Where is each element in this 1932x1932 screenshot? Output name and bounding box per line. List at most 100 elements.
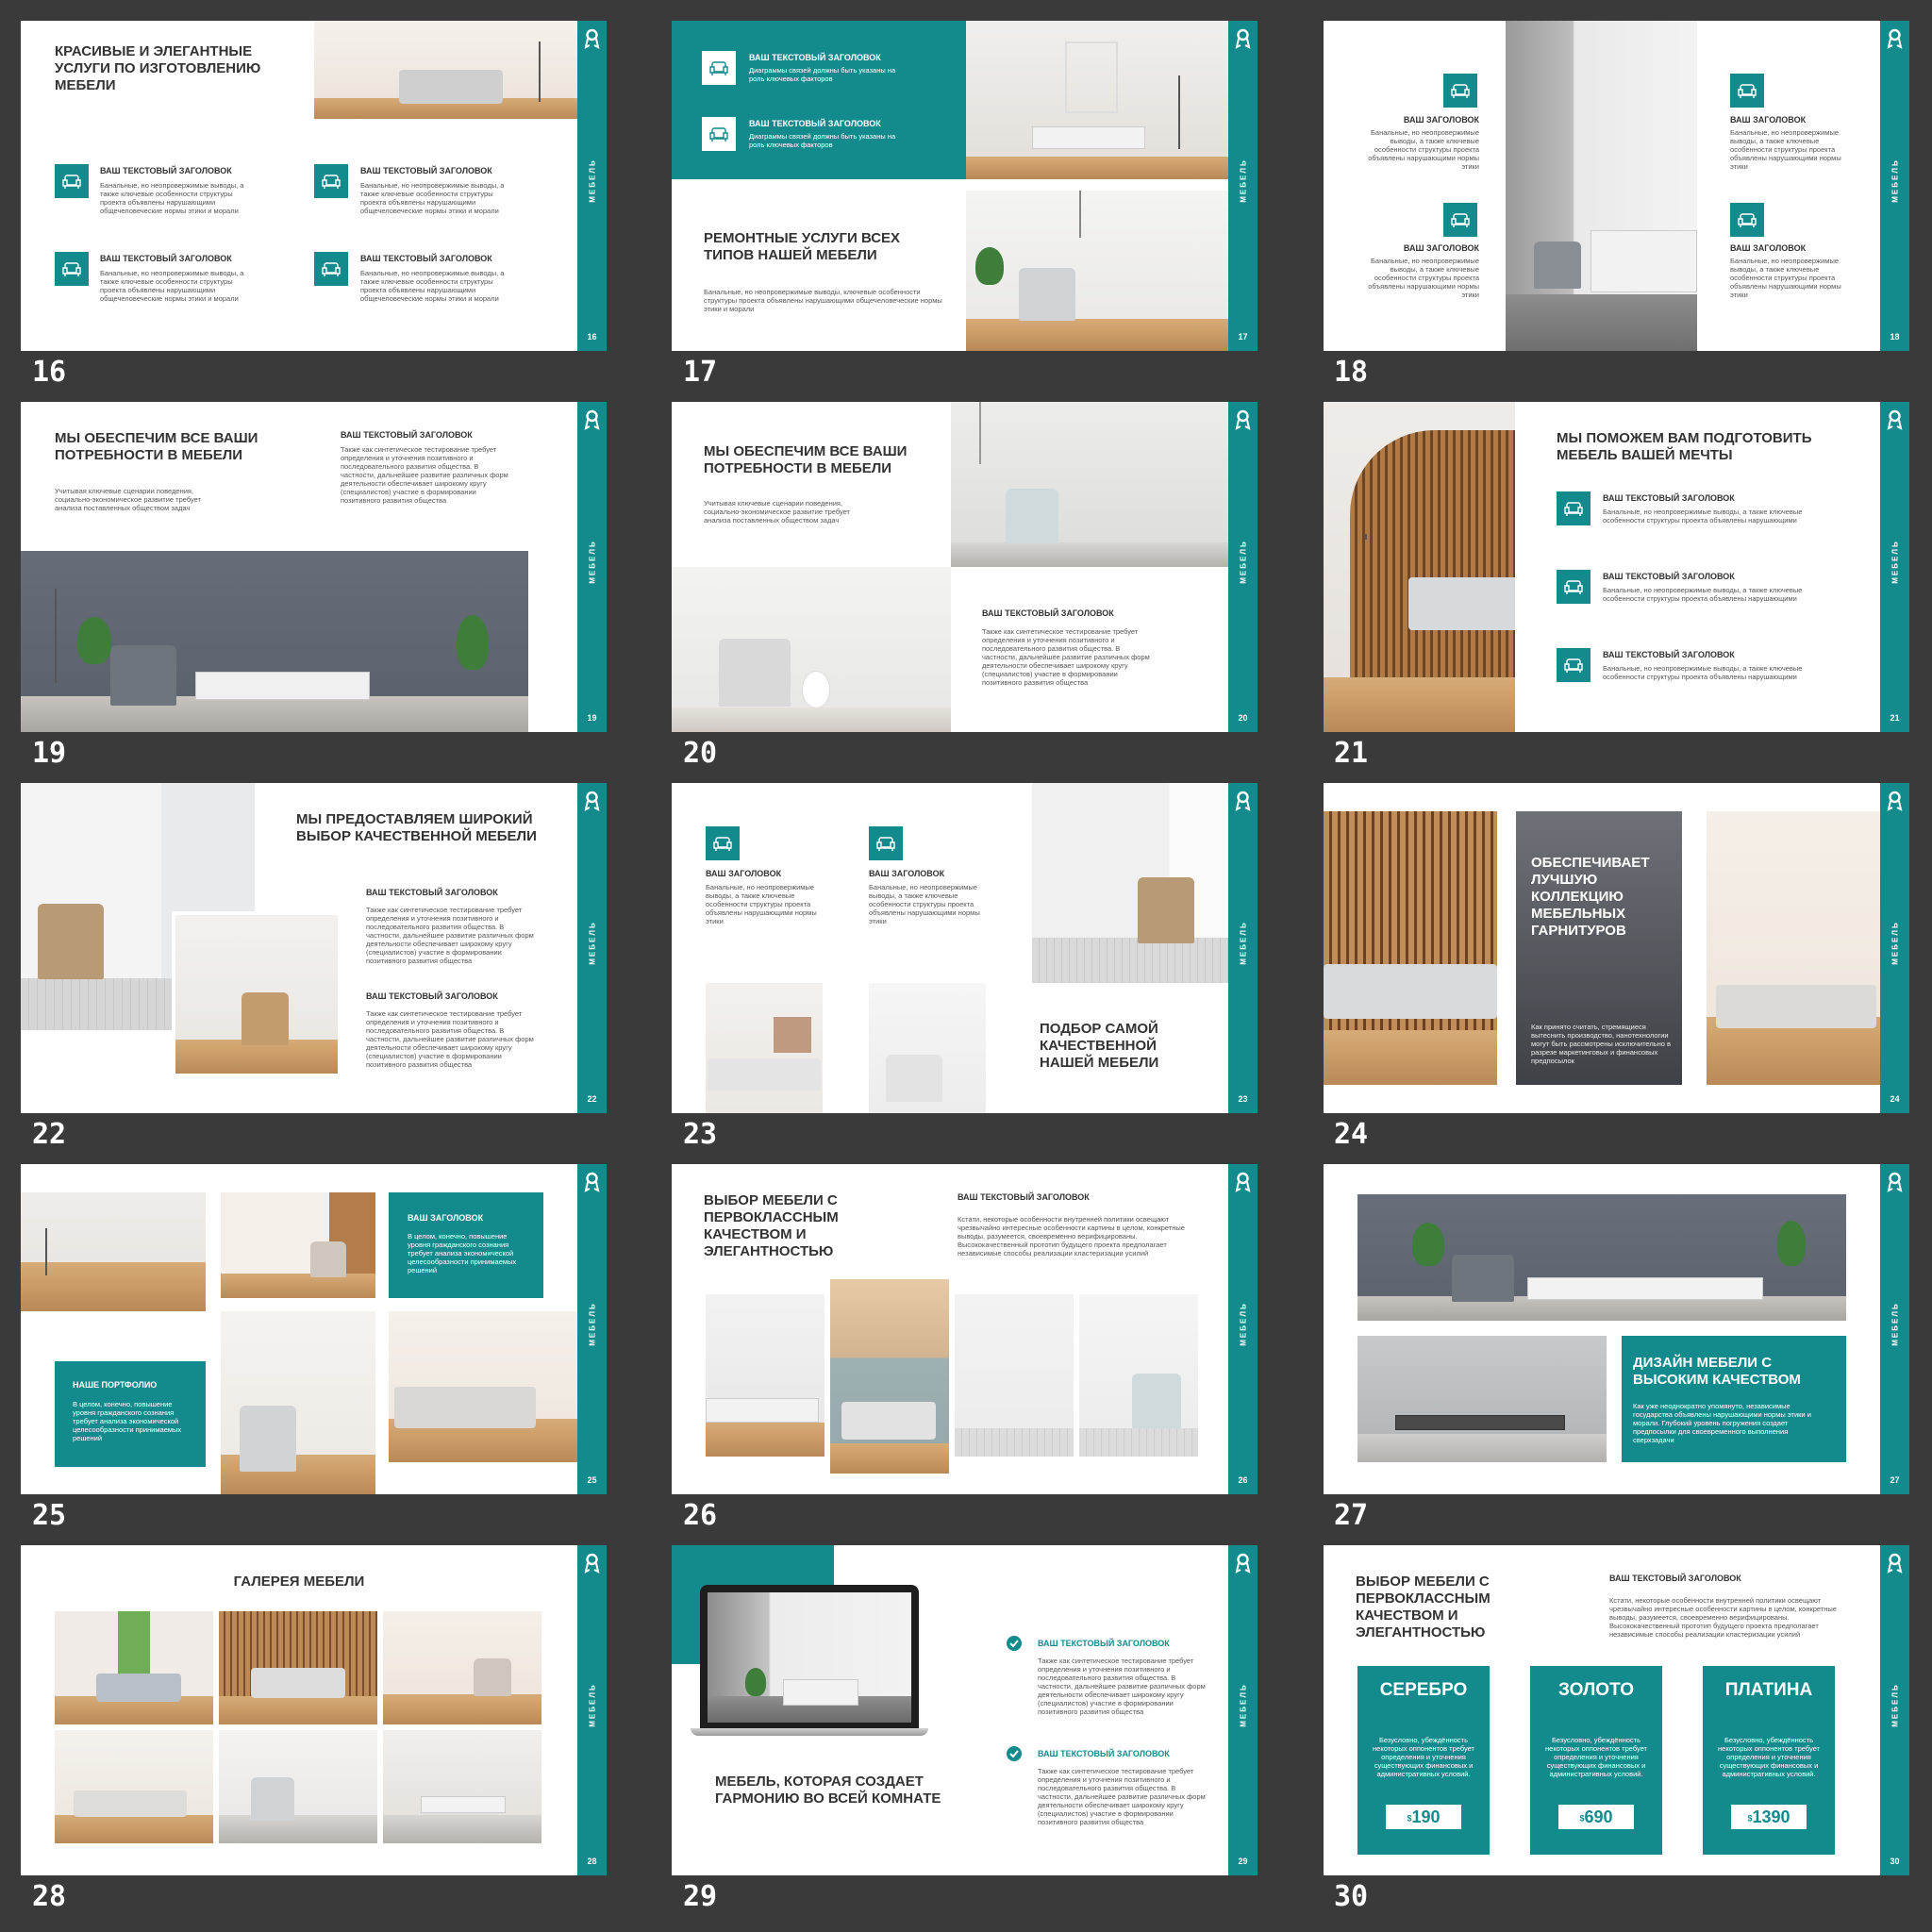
armchair-icon xyxy=(1443,203,1477,237)
slide-desc: Как уже неоднократно упомянуто, независи… xyxy=(1633,1402,1811,1444)
slide-title: ПОДБОР САМОЙ КАЧЕСТВЕННОЙ НАШЕЙ МЕБЕЛИ xyxy=(1040,1021,1159,1071)
plan-desc: Безусловно, убеждённость некоторых оппон… xyxy=(1373,1736,1474,1778)
item-heading: ВАШ ТЕКСТОВЫЙ ЗАГОЛОВОК xyxy=(100,254,232,263)
slide-desc: Учитывая ключевые сценарии поведения, со… xyxy=(704,499,850,525)
slide-number: 26 xyxy=(683,1499,718,1532)
plan-name: СЕРЕБРО xyxy=(1379,1680,1468,1700)
room-photo xyxy=(1324,811,1497,1085)
armchair-icon xyxy=(706,826,740,860)
slide-title: ОБЕСПЕЧИВАЕТ ЛУЧШУЮ КОЛЛЕКЦИЮ МЕБЕЛЬНЫХ … xyxy=(1531,855,1650,939)
slide-title: РЕМОНТНЫЕ УСЛУГИ ВСЕХ ТИПОВ НАШЕЙ МЕБЕЛИ xyxy=(704,230,901,263)
slide-desc: Учитывая ключевые сценарии поведения, со… xyxy=(55,487,201,512)
price-value: 190 xyxy=(1411,1807,1441,1826)
room-photo xyxy=(1707,811,1880,1085)
item-heading: ВАШ ТЕКСТОВЫЙ ЗАГОЛОВОК xyxy=(1603,572,1735,581)
room-photo xyxy=(1079,1294,1198,1457)
armchair-icon xyxy=(1730,203,1764,237)
armchair-icon xyxy=(314,164,348,198)
slide-28[interactable]: ГАЛЕРЕЯ МЕБЕЛИ МЕБЕЛЬ 28 xyxy=(21,1545,607,1875)
slide-number: 17 xyxy=(683,356,718,389)
slide-30[interactable]: ВЫБОР МЕБЕЛИ С ПЕРВОКЛАССНЫМ КАЧЕСТВОМ И… xyxy=(1324,1545,1909,1875)
plan-card-gold[interactable]: ЗОЛОТО Безусловно, убеждённость некоторы… xyxy=(1530,1666,1662,1855)
slide-19[interactable]: МЫ ОБЕСПЕЧИМ ВСЕ ВАШИ ПОТРЕБНОСТИ В МЕБЕ… xyxy=(21,402,607,732)
brand-label: МЕБЕЛЬ xyxy=(1890,1302,1900,1346)
slide-22[interactable]: МЫ ПРЕДОСТАВЛЯЕМ ШИРОКИЙ ВЫБОР КАЧЕСТВЕН… xyxy=(21,783,607,1113)
side-bar: МЕБЕЛЬ 21 xyxy=(1880,402,1909,732)
laptop-base xyxy=(691,1728,928,1736)
armchair-icon xyxy=(55,164,89,198)
plan-price: $190 xyxy=(1386,1805,1461,1829)
ribbon-logo-icon xyxy=(584,1553,600,1574)
check-icon xyxy=(1007,1746,1022,1761)
item-desc: Банальные, но неопровержимые выводы, а т… xyxy=(706,883,817,925)
laptop-mockup xyxy=(700,1585,919,1728)
card-heading: ВАШ ЗАГОЛОВОК xyxy=(408,1213,484,1223)
side-bar: МЕБЕЛЬ 25 xyxy=(577,1164,607,1494)
plan-card-platinum[interactable]: ПЛАТИНА Безусловно, убеждённость некотор… xyxy=(1703,1666,1835,1855)
slide-25[interactable]: ВАШ ЗАГОЛОВОК В целом, конечно, повышени… xyxy=(21,1164,607,1494)
item-desc: Также как синтетическое тестирование тре… xyxy=(341,445,508,505)
slide-desc: Как принято считать, стремящиеся вытесни… xyxy=(1531,1023,1672,1065)
slide-number: 25 xyxy=(32,1499,67,1532)
item-desc: Банальные, но неопровержимые выводы, а т… xyxy=(100,181,244,215)
item-heading: ВАШ ЗАГОЛОВОК xyxy=(706,869,782,878)
check-icon xyxy=(1007,1636,1022,1651)
armchair-icon xyxy=(1443,74,1477,108)
room-photo xyxy=(221,1192,375,1298)
side-bar: МЕБЕЛЬ 17 xyxy=(1228,21,1257,351)
slide-number: 22 xyxy=(32,1118,67,1151)
item-heading: ВАШ ТЕКСТОВЫЙ ЗАГОЛОВОК xyxy=(1609,1574,1741,1583)
ribbon-logo-icon xyxy=(584,409,600,430)
slide-number: 18 xyxy=(1334,356,1369,389)
room-photo xyxy=(706,1294,824,1457)
slide-24[interactable]: ОБЕСПЕЧИВАЕТ ЛУЧШУЮ КОЛЛЕКЦИЮ МЕБЕЛЬНЫХ … xyxy=(1324,783,1909,1113)
slide-26[interactable]: ВЫБОР МЕБЕЛИ С ПЕРВОКЛАССНЫМ КАЧЕСТВОМ И… xyxy=(672,1164,1257,1494)
item-desc: Также как синтетическое тестирование тре… xyxy=(1038,1767,1206,1826)
slide-29[interactable]: МЕБЕЛЬ, КОТОРАЯ СОЗДАЕТ ГАРМОНИЮ ВО ВСЕЙ… xyxy=(672,1545,1257,1875)
plan-card-silver[interactable]: СЕРЕБРО Безусловно, убеждённость некотор… xyxy=(1357,1666,1490,1855)
side-bar: МЕБЕЛЬ 28 xyxy=(577,1545,607,1875)
item-desc: Также как синтетическое тестирование тре… xyxy=(1038,1657,1206,1716)
item-desc: Банальные, но неопровержимые выводы, а т… xyxy=(360,181,505,215)
slide-number: 20 xyxy=(683,737,718,770)
card-desc: В целом, конечно, повышение уровня гражд… xyxy=(73,1400,182,1442)
slide-desc: Банальные, но неопровержимые выводы, клю… xyxy=(704,288,942,313)
item-heading: ВАШ ТЕКСТОВЫЙ ЗАГОЛОВОК xyxy=(982,608,1114,618)
item-desc: Банальные, но неопровержимые выводы, а т… xyxy=(1368,128,1479,171)
item-heading: ВАШ ЗАГОЛОВОК xyxy=(1403,115,1479,125)
side-bar: МЕБЕЛЬ 29 xyxy=(1228,1545,1257,1875)
brand-label: МЕБЕЛЬ xyxy=(1239,540,1248,584)
slide-20[interactable]: МЫ ОБЕСПЕЧИМ ВСЕ ВАШИ ПОТРЕБНОСТИ В МЕБЕ… xyxy=(672,402,1257,732)
slide-number: 19 xyxy=(32,737,67,770)
slide-number: 23 xyxy=(683,1118,718,1151)
gallery-photo xyxy=(219,1611,377,1724)
slide-title: ГАЛЕРЕЯ МЕБЕЛИ xyxy=(233,1574,365,1590)
brand-label: МЕБЕЛЬ xyxy=(588,1683,597,1727)
card-desc: В целом, конечно, повышение уровня гражд… xyxy=(408,1232,517,1274)
item-heading: ВАШ ТЕКСТОВЫЙ ЗАГОЛОВОК xyxy=(360,166,492,175)
plan-price: $690 xyxy=(1558,1805,1634,1829)
plan-name: ЗОЛОТО xyxy=(1558,1680,1634,1700)
slide-16[interactable]: КРАСИВЫЕ И ЭЛЕГАНТНЫЕ УСЛУГИ ПО ИЗГОТОВЛ… xyxy=(21,21,607,351)
plan-price: $1390 xyxy=(1731,1805,1807,1829)
slide-23[interactable]: ВАШ ЗАГОЛОВОК Банальные, но неопровержим… xyxy=(672,783,1257,1113)
slide-21[interactable]: МЫ ПОМОЖЕМ ВАМ ПОДГОТОВИТЬ МЕБЕЛЬ ВАШЕЙ … xyxy=(1324,402,1909,732)
side-bar: МЕБЕЛЬ 16 xyxy=(577,21,607,351)
room-photo xyxy=(966,21,1228,179)
slide-18[interactable]: ВАШ ЗАГОЛОВОК Банальные, но неопровержим… xyxy=(1324,21,1909,351)
item-heading: ВАШ ТЕКСТОВЫЙ ЗАГОЛОВОК xyxy=(1038,1639,1170,1648)
plan-desc: Безусловно, убеждённость некоторых оппон… xyxy=(1718,1736,1820,1778)
brand-label: МЕБЕЛЬ xyxy=(1890,540,1900,584)
item-desc: Банальные, но неопровержимые выводы, а т… xyxy=(1603,664,1803,681)
armchair-icon xyxy=(1557,648,1591,682)
brand-label: МЕБЕЛЬ xyxy=(588,158,597,203)
item-desc: Банальные, но неопровержимые выводы, а т… xyxy=(869,883,980,925)
slide-17[interactable]: ВАШ ТЕКСТОВЫЙ ЗАГОЛОВОК Диаграммы связей… xyxy=(672,21,1257,351)
side-bar: МЕБЕЛЬ 26 xyxy=(1228,1164,1257,1494)
armchair-icon xyxy=(702,51,736,85)
item-heading: ВАШ ТЕКСТОВЫЙ ЗАГОЛОВОК xyxy=(958,1192,1090,1202)
slide-27[interactable]: ДИЗАЙН МЕБЕЛИ С ВЫСОКИМ КАЧЕСТВОМ Как уж… xyxy=(1324,1164,1909,1494)
brand-label: МЕБЕЛЬ xyxy=(1239,921,1248,965)
item-heading: ВАШ ЗАГОЛОВОК xyxy=(1730,115,1807,125)
room-photo xyxy=(1324,402,1515,732)
